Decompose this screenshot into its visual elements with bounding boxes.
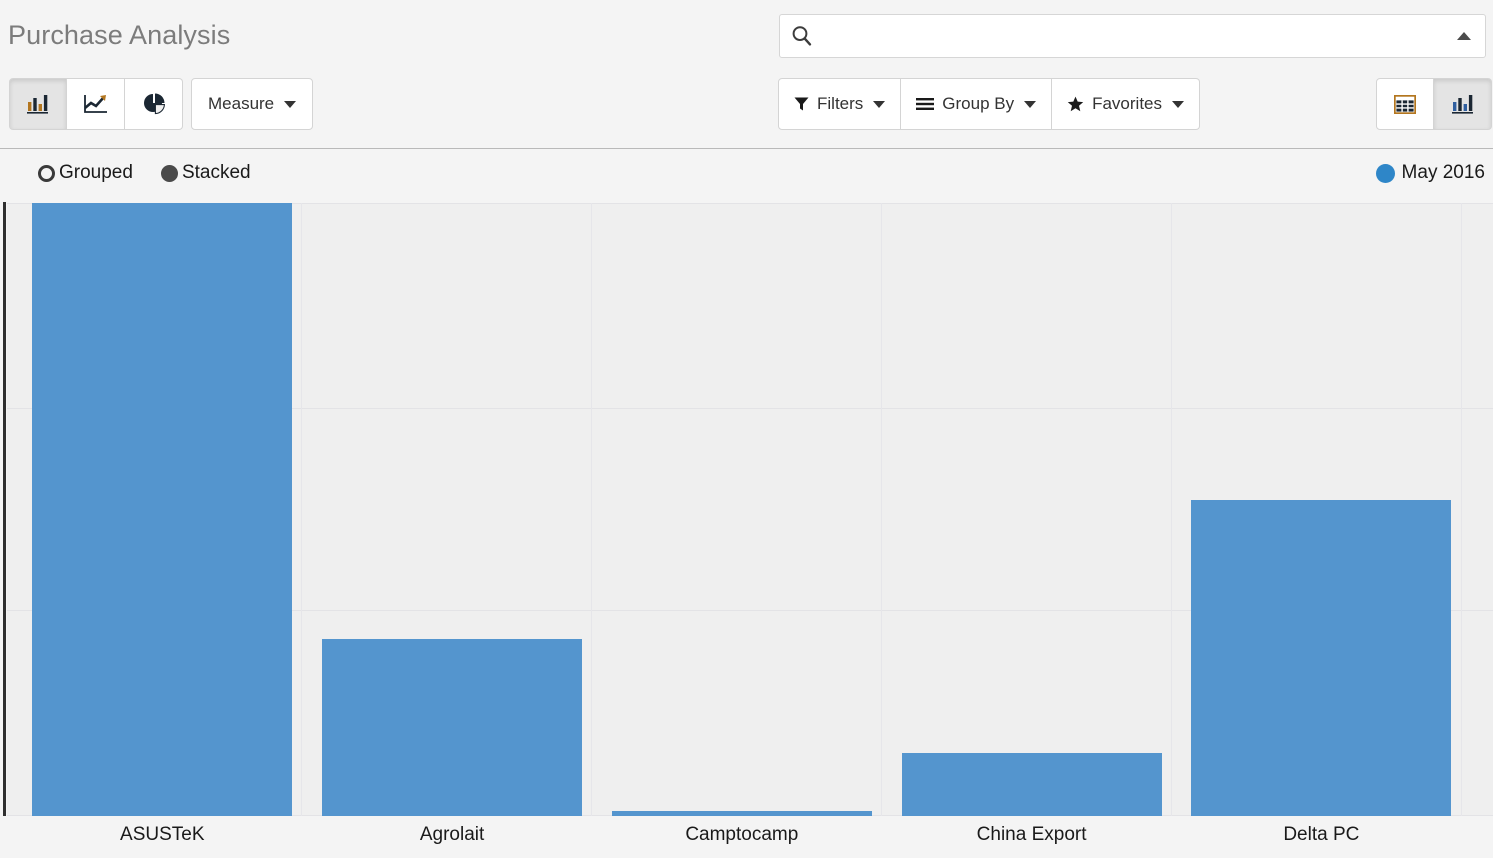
chart-controls: Grouped Stacked May 2016 xyxy=(0,158,1493,198)
y-axis-line xyxy=(3,202,6,816)
bar[interactable] xyxy=(32,203,293,816)
bar-series-may-2016 xyxy=(7,203,1493,816)
chart-type-button-group xyxy=(9,78,183,130)
filters-label: Filters xyxy=(817,94,864,113)
filters-dropdown-button[interactable]: Filters xyxy=(778,78,902,130)
measure-dropdown-button[interactable]: Measure xyxy=(191,78,314,130)
x-axis-label: ASUSTeK xyxy=(120,824,205,845)
search-bar[interactable] xyxy=(779,14,1486,58)
bar[interactable] xyxy=(1191,500,1452,816)
bar-slot xyxy=(32,203,293,816)
table-icon xyxy=(1394,94,1416,114)
caret-up-icon[interactable] xyxy=(1455,27,1473,45)
search-input[interactable] xyxy=(814,16,1455,56)
bar-chart-icon xyxy=(26,93,50,115)
toolbar-divider xyxy=(0,148,1493,149)
bar[interactable] xyxy=(322,639,583,816)
bar-slot xyxy=(1191,203,1452,816)
chart-legend: May 2016 xyxy=(1375,162,1485,184)
stack-mode-toggle: Grouped Stacked xyxy=(38,162,251,184)
group-by-dropdown-button[interactable]: Group By xyxy=(901,78,1053,130)
legend-color-swatch xyxy=(1375,163,1395,183)
bar-chart: ASUSTeK Agrolait Camptocamp China Export Del… xyxy=(0,200,1493,858)
x-axis-label: Delta PC xyxy=(1283,824,1360,845)
bar[interactable] xyxy=(901,753,1162,816)
bar[interactable] xyxy=(611,811,872,816)
bar-slot xyxy=(611,203,872,816)
purchase-analysis-app: Purchase Analysis Measure Filters Group … xyxy=(0,0,1493,858)
star-icon xyxy=(1067,96,1084,112)
chevron-down-icon xyxy=(1024,100,1037,108)
x-axis-label: Agrolait xyxy=(419,824,485,845)
pie-chart-view-button[interactable] xyxy=(125,78,183,130)
search-icon xyxy=(790,24,814,48)
measure-button-group: Measure xyxy=(191,78,314,130)
line-chart-icon xyxy=(83,93,109,115)
chevron-down-icon xyxy=(284,100,297,108)
pie-chart-icon xyxy=(142,92,166,116)
stacked-mode-label: Stacked xyxy=(181,162,251,183)
toolbar: Measure Filters Group By Favorites xyxy=(0,78,1493,136)
hamburger-icon xyxy=(916,97,935,111)
favorites-label: Favorites xyxy=(1092,94,1163,113)
filters-button-group: Filters Group By Favorites xyxy=(778,78,1201,130)
page-title: Purchase Analysis xyxy=(8,20,231,50)
measure-label: Measure xyxy=(208,94,275,113)
x-axis-labels: ASUSTeK Agrolait Camptocamp China Export Del… xyxy=(7,820,1493,858)
header: Purchase Analysis xyxy=(0,0,1493,72)
x-axis-label: China Export xyxy=(976,824,1087,845)
bar-chart-view-button[interactable] xyxy=(9,78,67,130)
grouped-mode-option[interactable]: Grouped xyxy=(38,162,133,184)
graph-view-button[interactable] xyxy=(1434,78,1492,130)
chevron-down-icon xyxy=(873,100,886,108)
list-view-button[interactable] xyxy=(1376,78,1434,130)
radio-selected-icon xyxy=(160,164,178,182)
bar-chart-icon xyxy=(1451,93,1475,115)
line-chart-view-button[interactable] xyxy=(67,78,125,130)
x-axis-label: Camptocamp xyxy=(685,824,799,845)
bar-slot xyxy=(901,203,1162,816)
radio-unselected-icon xyxy=(38,164,55,182)
bar-slot xyxy=(322,203,583,816)
chevron-down-icon xyxy=(1172,100,1185,108)
funnel-icon xyxy=(794,96,809,112)
view-switcher-group xyxy=(1376,78,1492,130)
grouped-mode-label: Grouped xyxy=(59,162,133,183)
legend-item-label: May 2016 xyxy=(1401,162,1485,183)
favorites-dropdown-button[interactable]: Favorites xyxy=(1052,78,1201,130)
group-by-label: Group By xyxy=(942,94,1015,113)
stacked-mode-option[interactable]: Stacked xyxy=(160,162,251,184)
